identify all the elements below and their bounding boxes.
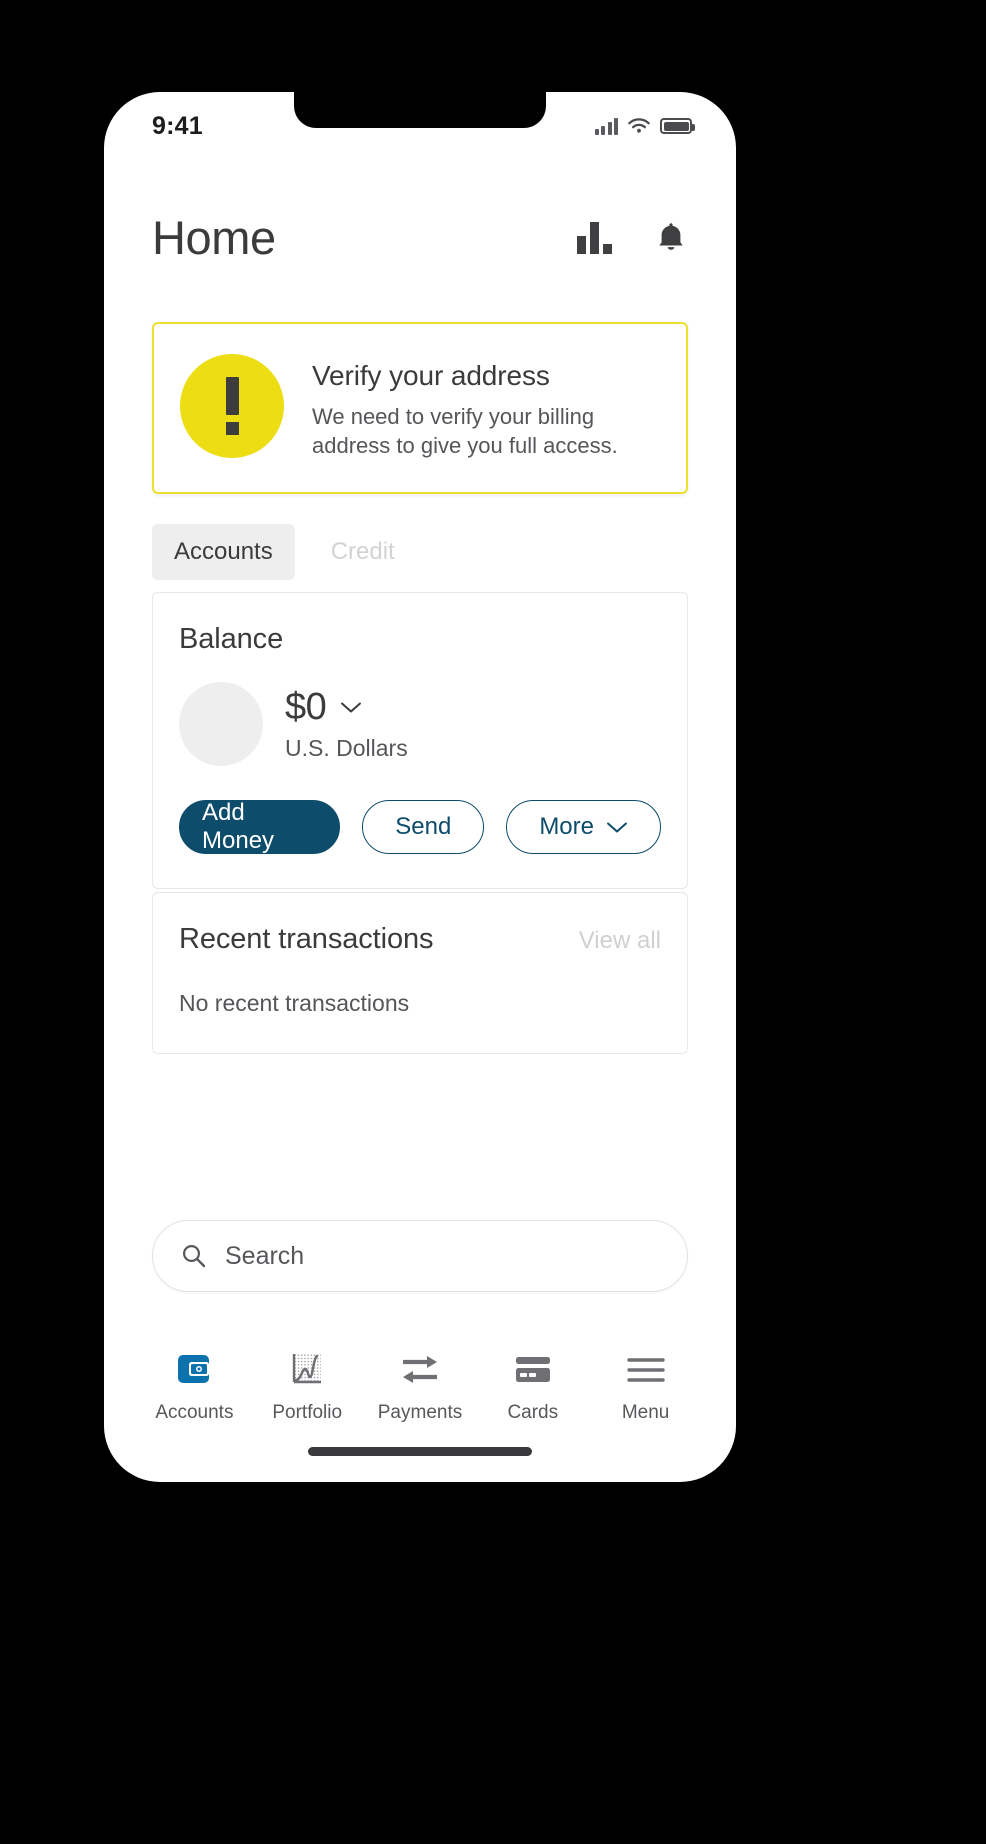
hamburger-menu-icon (626, 1350, 666, 1390)
nav-label-accounts: Accounts (155, 1402, 234, 1423)
more-button-label: More (539, 813, 594, 840)
status-bar-time: 9:41 (152, 111, 203, 140)
home-indicator (308, 1447, 532, 1456)
header-actions (577, 220, 688, 256)
wifi-icon (628, 118, 650, 133)
exclamation-icon (180, 354, 284, 458)
credit-card-icon (513, 1350, 553, 1390)
balance-amount-row[interactable]: $0 (285, 686, 408, 729)
chevron-down-icon[interactable] (340, 701, 362, 714)
search-input[interactable]: Search (152, 1220, 688, 1292)
alert-title: Verify your address (312, 360, 550, 391)
search-container: Search (104, 1220, 736, 1292)
account-tabs: Accounts Credit (152, 524, 417, 580)
transfer-arrows-icon (399, 1350, 441, 1390)
balance-card-title: Balance (179, 623, 284, 655)
line-chart-icon (288, 1350, 326, 1390)
battery-icon (660, 118, 695, 134)
balance-action-buttons: Add Money Send More (179, 799, 661, 854)
bottom-navigation: Accounts Portfolio Payments Cards Menu (104, 1350, 736, 1424)
bell-icon[interactable] (654, 220, 688, 256)
cellular-signal-icon (594, 117, 618, 135)
nav-item-accounts[interactable]: Accounts (138, 1350, 251, 1424)
nav-label-cards: Cards (507, 1402, 559, 1423)
more-button[interactable]: More (506, 800, 661, 854)
nav-label-menu: Menu (621, 1402, 670, 1423)
view-all-link[interactable]: View all (579, 927, 661, 955)
recent-transactions-card: Recent transactions View all No recent t… (152, 892, 688, 1054)
recent-transactions-title: Recent transactions (179, 923, 434, 955)
balance-row: $0 U.S. Dollars (179, 682, 661, 766)
app-header: Home (104, 210, 736, 265)
chevron-down-icon (607, 822, 627, 832)
alert-text-block: Verify your address We need to verify yo… (312, 354, 642, 460)
page-title: Home (152, 211, 276, 264)
no-transactions-message: No recent transactions (179, 990, 410, 1016)
status-bar-icons (594, 117, 695, 135)
balance-currency-label: U.S. Dollars (285, 735, 408, 761)
balance-values: $0 U.S. Dollars (285, 686, 408, 762)
tab-accounts[interactable]: Accounts (152, 524, 295, 580)
nav-item-menu[interactable]: Menu (589, 1350, 702, 1424)
verify-address-banner[interactable]: Verify your address We need to verify yo… (152, 322, 688, 495)
nav-label-portfolio: Portfolio (272, 1402, 343, 1423)
recent-transactions-header: Recent transactions View all (179, 923, 661, 956)
send-button[interactable]: Send (362, 800, 485, 854)
tab-credit[interactable]: Credit (309, 524, 417, 580)
nav-item-cards[interactable]: Cards (476, 1350, 589, 1424)
search-placeholder: Search (225, 1241, 305, 1270)
nav-item-portfolio[interactable]: Portfolio (251, 1350, 364, 1424)
phone-frame: 9:41 Home Verify your address We need to… (104, 92, 736, 1482)
alert-body: We need to verify your billing address t… (312, 404, 618, 459)
balance-card: Balance $0 U.S. Dollars Add Money Send M… (152, 592, 688, 889)
search-icon (182, 1244, 206, 1268)
nav-item-payments[interactable]: Payments (364, 1350, 477, 1424)
add-money-button[interactable]: Add Money (179, 799, 341, 854)
currency-avatar (179, 682, 263, 766)
balance-amount: $0 (285, 686, 327, 728)
nav-label-payments: Payments (377, 1402, 463, 1423)
bar-chart-icon[interactable] (577, 221, 612, 254)
wallet-icon (174, 1350, 214, 1390)
screenshot-stage: 9:41 Home Verify your address We need to… (0, 0, 986, 1844)
phone-notch (294, 92, 546, 128)
